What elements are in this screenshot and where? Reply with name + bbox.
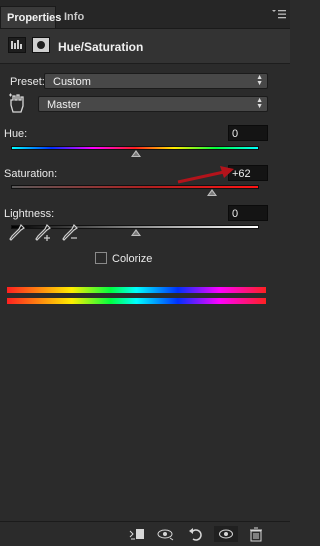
channel-value: Master xyxy=(47,99,81,111)
colorize-checkbox[interactable] xyxy=(95,252,107,264)
preset-value: Custom xyxy=(53,76,91,88)
view-previous-state-icon[interactable] xyxy=(157,526,174,542)
eyedropper-icon[interactable] xyxy=(9,224,25,242)
select-arrows-icon: ▲ ▼ xyxy=(256,74,263,87)
adjustment-header: Hue/Saturation xyxy=(0,29,290,64)
panel-menu-icon[interactable] xyxy=(272,9,286,19)
panel-title: Hue/Saturation xyxy=(58,40,144,54)
hue-slider-thumb[interactable] xyxy=(131,150,141,157)
adjustment-layer-icon[interactable] xyxy=(8,37,26,53)
eyedropper-minus-icon[interactable] xyxy=(62,224,78,242)
saturation-label: Saturation: xyxy=(4,168,58,180)
lightness-label: Lightness: xyxy=(4,208,55,220)
lightness-slider-thumb[interactable] xyxy=(131,229,141,236)
tab-info[interactable]: Info xyxy=(58,6,88,28)
panel-tab-bar: Properties Info xyxy=(0,0,290,29)
colorize-label: Colorize xyxy=(112,253,153,265)
panel-footer xyxy=(0,521,290,546)
preset-label: Preset: xyxy=(10,76,45,88)
input-color-range-bar xyxy=(7,287,266,293)
output-color-range-bar xyxy=(7,298,266,304)
reset-icon[interactable] xyxy=(188,526,204,542)
annotation-arrow-icon xyxy=(177,166,234,184)
channel-select[interactable]: Master ▲ ▼ xyxy=(38,96,268,112)
trash-icon[interactable] xyxy=(248,526,264,542)
preset-select[interactable]: Custom ▲ ▼ xyxy=(44,73,268,89)
clip-to-layer-icon[interactable] xyxy=(129,526,145,542)
targeted-adjustment-hand-icon[interactable] xyxy=(8,93,26,113)
eyedropper-plus-icon[interactable] xyxy=(35,224,51,242)
tab-properties[interactable]: Properties xyxy=(0,6,61,28)
select-arrows-icon: ▲ ▼ xyxy=(256,97,263,110)
saturation-slider-thumb[interactable] xyxy=(207,189,217,196)
hue-label: Hue: xyxy=(4,128,28,140)
hue-input[interactable]: 0 xyxy=(228,125,268,141)
mask-icon[interactable] xyxy=(32,37,50,53)
visibility-eye-icon[interactable] xyxy=(214,526,238,542)
lightness-input[interactable]: 0 xyxy=(228,205,268,221)
